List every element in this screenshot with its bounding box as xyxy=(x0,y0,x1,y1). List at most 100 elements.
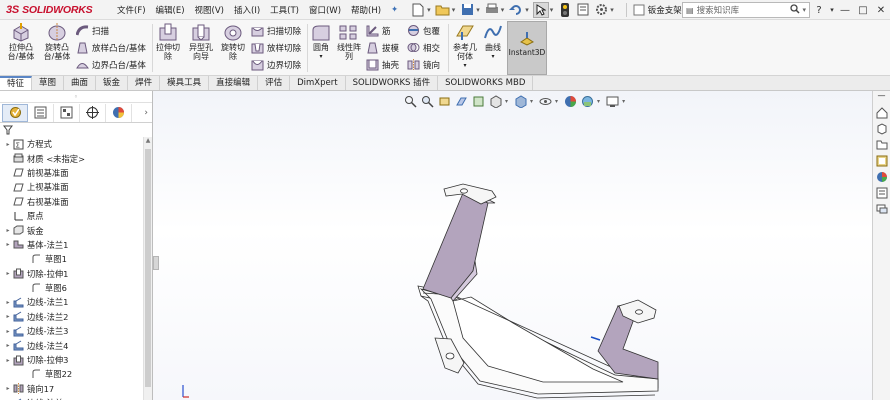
options-gear-icon[interactable] xyxy=(593,2,609,18)
tree-item[interactable]: ▸ 边线-法兰3 xyxy=(0,324,152,338)
sheet-metal-bracket-model[interactable] xyxy=(153,91,872,400)
scrollbar-thumb[interactable] xyxy=(145,149,151,387)
expand-arrow-icon[interactable]: ▸ xyxy=(4,357,12,364)
fillet-button[interactable]: 圆角 ▾ xyxy=(309,22,333,61)
expand-arrow-icon[interactable]: ▸ xyxy=(4,385,12,392)
more-tabs-icon[interactable]: › xyxy=(144,108,148,118)
boundary-cut-button[interactable]: 边界切除 xyxy=(251,58,301,71)
view-palette-icon[interactable] xyxy=(875,154,889,168)
search-scope-icon[interactable]: ▤ xyxy=(686,6,694,15)
expand-arrow-icon[interactable]: ▸ xyxy=(4,227,12,234)
menu-insert[interactable]: 插入(I) xyxy=(229,4,265,16)
tree-item[interactable]: ▸ 边线-法兰2 xyxy=(0,310,152,324)
tree-item[interactable]: 草图6 xyxy=(0,281,152,295)
pin-icon[interactable]: ✦ xyxy=(386,5,403,15)
close-button[interactable]: ✕ xyxy=(872,5,890,16)
print-icon[interactable] xyxy=(484,2,500,18)
tree-item[interactable]: ▸ 镜向17 xyxy=(0,382,152,396)
expand-arrow-icon[interactable]: ▸ xyxy=(4,299,12,306)
intersect-button[interactable]: 相交 xyxy=(407,41,440,54)
tree-item[interactable]: ▸ 边线-法兰1 xyxy=(0,295,152,309)
help-button[interactable]: ? xyxy=(810,5,828,16)
tree-item[interactable]: 草图1 xyxy=(0,252,152,266)
chevron-down-icon[interactable]: ▾ xyxy=(463,61,466,70)
tab-weldments[interactable]: 焊件 xyxy=(128,76,161,90)
tab-direct-editing[interactable]: 直接编辑 xyxy=(209,76,259,90)
new-document-icon[interactable] xyxy=(410,2,426,18)
minimize-button[interactable]: — xyxy=(836,5,854,16)
chevron-down-icon[interactable]: ▾ xyxy=(610,6,614,14)
menu-file[interactable]: 文件(F) xyxy=(112,4,151,16)
loft-boss-button[interactable]: 放样凸台/基体 xyxy=(76,41,146,54)
graphics-area[interactable]: ▾ ▾ ▾ ▾ ▾ xyxy=(153,91,872,400)
chevron-down-icon[interactable]: ▾ xyxy=(491,52,494,61)
tree-item[interactable]: 草图22 xyxy=(0,367,152,381)
chevron-down-icon[interactable]: ▾ xyxy=(319,52,322,61)
draft-button[interactable]: 拔模 xyxy=(366,41,399,54)
tree-scrollbar[interactable]: ▲ xyxy=(143,137,152,400)
help-dropdown-icon[interactable]: ▾ xyxy=(828,6,836,14)
revolve-cut-button[interactable]: 旋转切除 xyxy=(218,22,248,61)
lofted-cut-button[interactable]: 放样切除 xyxy=(251,41,301,54)
forum-icon[interactable] xyxy=(875,202,889,216)
chevron-down-icon[interactable]: ▾ xyxy=(501,6,505,14)
appearances-scenes-icon[interactable] xyxy=(875,170,889,184)
tree-item[interactable]: ▸ 切除-拉伸1 xyxy=(0,267,152,281)
filter-icon[interactable] xyxy=(3,125,13,135)
menu-view[interactable]: 视图(V) xyxy=(190,4,229,16)
dimxpert-manager-tab-icon[interactable] xyxy=(80,103,106,122)
feature-manager-tab-icon[interactable] xyxy=(2,103,28,122)
panel-collapse-handle[interactable]: ◦ xyxy=(0,91,152,103)
menu-edit[interactable]: 编辑(E) xyxy=(151,4,190,16)
select-pointer-icon[interactable] xyxy=(532,1,549,18)
tree-item[interactable]: 材质 <未指定> xyxy=(0,151,152,165)
expand-arrow-icon[interactable]: ▸ xyxy=(4,141,12,148)
display-manager-tab-icon[interactable] xyxy=(106,103,132,122)
design-library-icon[interactable] xyxy=(875,122,889,136)
instant3d-button[interactable]: Instant3D xyxy=(507,21,547,75)
custom-properties-icon[interactable] xyxy=(875,186,889,200)
open-folder-icon[interactable] xyxy=(435,2,451,18)
tree-item[interactable]: 右视基准面 xyxy=(0,195,152,209)
tree-item[interactable]: ▸ 切除-拉伸3 xyxy=(0,353,152,367)
tab-sheet-metal[interactable]: 钣金 xyxy=(96,76,129,90)
expand-arrow-icon[interactable]: ▸ xyxy=(4,342,12,349)
linear-pattern-button[interactable]: 线性阵列 xyxy=(335,22,363,61)
tree-item[interactable]: ▸ 边线-法兰4 xyxy=(0,338,152,352)
mirror-button[interactable]: 镜向 xyxy=(407,58,440,71)
search-input[interactable]: 搜索知识库 xyxy=(697,4,791,16)
wrap-button[interactable]: 包覆 xyxy=(407,24,440,37)
search-icon[interactable] xyxy=(790,3,801,17)
tree-item[interactable]: ▸ Σ 方程式 xyxy=(0,137,152,151)
chevron-down-icon[interactable]: ▾ xyxy=(476,6,480,14)
tree-item[interactable]: ▸ 基体-法兰1 xyxy=(0,238,152,252)
expand-arrow-icon[interactable]: ▸ xyxy=(4,313,12,320)
tree-item[interactable]: ▸ 钣金 xyxy=(0,223,152,237)
solidworks-resources-icon[interactable] xyxy=(875,106,889,120)
chevron-down-icon[interactable]: ▾ xyxy=(550,6,554,14)
boundary-boss-button[interactable]: 边界凸台/基体 xyxy=(76,58,146,71)
tab-surfaces[interactable]: 曲面 xyxy=(64,76,97,90)
save-icon[interactable] xyxy=(459,2,475,18)
undo-icon[interactable] xyxy=(508,2,524,18)
tree-item[interactable]: ▸边线-法兰5 xyxy=(0,396,152,400)
tab-evaluate[interactable]: 评估 xyxy=(258,76,291,90)
restore-button[interactable]: □ xyxy=(854,5,872,16)
rib-button[interactable]: 筋 xyxy=(366,24,391,37)
menu-tools[interactable]: 工具(T) xyxy=(265,4,304,16)
menu-window[interactable]: 窗口(W) xyxy=(304,4,346,16)
tree-filter[interactable] xyxy=(0,123,152,137)
property-manager-tab-icon[interactable] xyxy=(28,103,54,122)
expand-arrow-icon[interactable]: ▸ xyxy=(4,241,12,248)
menu-help[interactable]: 帮助(H) xyxy=(346,4,386,16)
expand-arrow-icon[interactable]: ▸ xyxy=(4,328,12,335)
tab-dimxpert[interactable]: DimXpert xyxy=(290,76,346,90)
swept-cut-button[interactable]: 扫描切除 xyxy=(251,24,301,37)
tree-item[interactable]: 原点 xyxy=(0,209,152,223)
tab-sketch[interactable]: 草图 xyxy=(32,76,65,90)
chevron-down-icon[interactable]: ▾ xyxy=(525,6,529,14)
tree-item[interactable]: 上视基准面 xyxy=(0,180,152,194)
chevron-down-icon[interactable]: ▾ xyxy=(802,6,806,14)
hole-wizard-button[interactable]: 异型孔向导 xyxy=(186,22,216,61)
tab-features[interactable]: 特征 xyxy=(0,76,33,90)
